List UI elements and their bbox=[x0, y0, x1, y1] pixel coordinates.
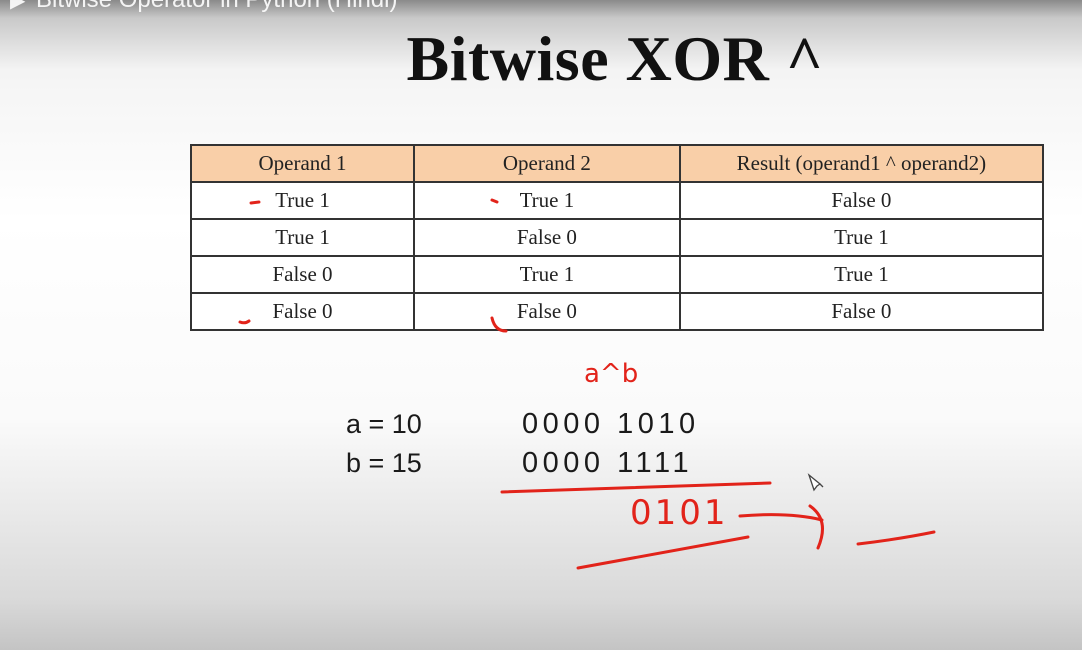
handwritten-expression: a^b bbox=[584, 359, 638, 389]
sum-underline bbox=[500, 481, 772, 494]
tick-mark-row4-operand2 bbox=[490, 316, 508, 333]
tick-mark-row1-operand1 bbox=[249, 200, 261, 205]
arrow-head bbox=[808, 504, 824, 550]
pen-annotation-layer: a^b 0101 bbox=[238, 198, 936, 570]
arrow-shaft bbox=[738, 513, 824, 522]
handwritten-result: 0101 bbox=[630, 493, 729, 533]
result-underline bbox=[576, 535, 750, 570]
pen-cursor-icon bbox=[807, 473, 824, 492]
answer-dash bbox=[856, 530, 936, 546]
tick-mark-row1-operand2 bbox=[490, 198, 499, 204]
tick-mark-row4-operand1 bbox=[238, 319, 251, 325]
